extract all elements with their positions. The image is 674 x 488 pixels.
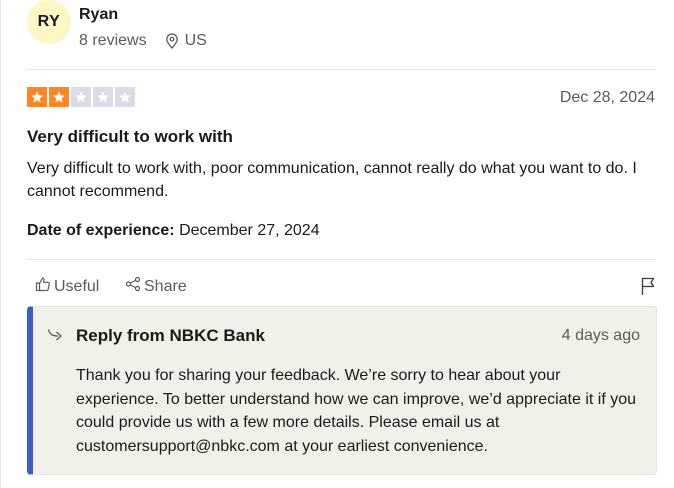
avatar-initials: RY [37, 13, 61, 30]
flag-icon [640, 277, 656, 300]
share-icon [125, 276, 144, 297]
share-button[interactable]: Share [125, 276, 187, 297]
star-filled-icon [49, 87, 69, 107]
useful-button[interactable]: Useful [35, 276, 99, 297]
review-title: Very difficult to work with [27, 127, 233, 146]
star-filled-icon [27, 87, 47, 107]
experience-date: December 27, 2024 [179, 222, 320, 239]
useful-label: Useful [54, 277, 100, 295]
avatar[interactable]: RY [27, 0, 71, 44]
company-reply: Reply from NBKC Bank 4 days ago Thank yo… [27, 306, 657, 475]
star-rating [27, 87, 135, 107]
share-label: Share [144, 277, 187, 295]
star-empty-icon [93, 87, 113, 107]
location-pin-icon [165, 33, 179, 49]
star-empty-icon [115, 87, 135, 107]
report-flag-button[interactable] [640, 276, 656, 301]
review-date: Dec 28, 2024 [559, 89, 655, 106]
divider [27, 69, 656, 70]
star-empty-icon [71, 87, 91, 107]
divider [27, 259, 656, 260]
date-of-experience: Date of experience: December 27, 2024 [27, 222, 320, 240]
reviewer-meta: 8 reviews US [79, 32, 207, 50]
reviewer-name[interactable]: Ryan [79, 6, 118, 24]
reply-date: 4 days ago [561, 327, 640, 344]
reply-title: Reply from NBKC Bank [76, 326, 265, 345]
reply-text: Thank you for sharing your feedback. We’… [76, 367, 637, 455]
reply-arrow-icon [47, 328, 65, 347]
reviewer-country: US [184, 32, 207, 49]
experience-label: Date of experience: [27, 222, 175, 239]
review-body: Very difficult to work with, poor commun… [27, 160, 637, 200]
reviews-count: 8 reviews [79, 32, 147, 49]
thumbs-up-icon [35, 276, 54, 297]
review-card: RY Ryan 8 reviews US Dec 28, 2024 Very d… [0, 0, 674, 488]
